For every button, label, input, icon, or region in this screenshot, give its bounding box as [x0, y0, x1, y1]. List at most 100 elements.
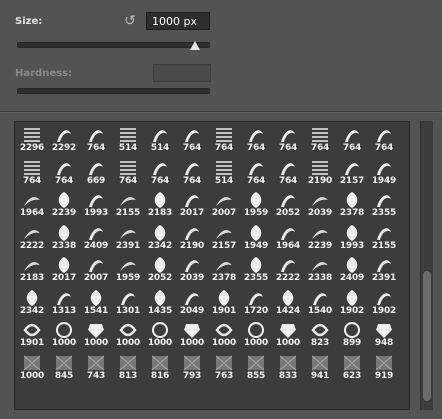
brush-preset-thumbnail[interactable]: 2342 [16, 286, 48, 318]
brush-preset-thumbnail[interactable]: 1902 [336, 286, 368, 318]
brush-preset-thumbnail[interactable]: 1902 [368, 286, 400, 318]
size-slider-thumb[interactable] [189, 41, 200, 50]
brush-preset-thumbnail[interactable]: 764 [240, 123, 272, 155]
brush-preset-thumbnail[interactable]: 1000 [144, 318, 176, 350]
brush-preset-thumbnail[interactable]: 823 [304, 318, 336, 350]
brush-preset-thumbnail[interactable]: 1000 [112, 318, 144, 350]
brush-preset-thumbnail[interactable]: 2296 [16, 123, 48, 155]
brush-preset-thumbnail[interactable]: 2017 [176, 188, 208, 220]
brush-preset-thumbnail[interactable]: 2183 [16, 253, 48, 285]
brush-preset-thumbnail[interactable]: 2190 [304, 156, 336, 188]
brush-preset-thumbnail[interactable]: 623 [336, 351, 368, 383]
brush-preset-thumbnail[interactable]: 1949 [368, 156, 400, 188]
brush-preset-thumbnail[interactable]: 2049 [176, 286, 208, 318]
brush-preset-thumbnail[interactable]: 764 [336, 123, 368, 155]
brush-preset-thumbnail[interactable]: 514 [208, 156, 240, 188]
brush-preset-thumbnail[interactable]: 1720 [240, 286, 272, 318]
brush-preset-thumbnail[interactable]: 816 [144, 351, 176, 383]
brush-preset-thumbnail[interactable]: 2190 [176, 221, 208, 253]
brush-preset-thumbnail[interactable]: 793 [176, 351, 208, 383]
brush-preset-thumbnail[interactable]: 743 [80, 351, 112, 383]
brush-preset-thumbnail[interactable]: 764 [176, 156, 208, 188]
brush-preset-thumbnail[interactable]: 948 [368, 318, 400, 350]
brush-preset-thumbnail[interactable]: 919 [368, 351, 400, 383]
brush-preset-thumbnail[interactable]: 2052 [144, 253, 176, 285]
brush-preset-thumbnail[interactable]: 1901 [208, 286, 240, 318]
brush-preset-thumbnail[interactable]: 2007 [80, 253, 112, 285]
brush-preset-thumbnail[interactable]: 764 [272, 123, 304, 155]
brush-preset-thumbnail[interactable]: 1959 [240, 188, 272, 220]
brush-preset-thumbnail[interactable]: 764 [176, 123, 208, 155]
brush-preset-thumbnail[interactable]: 1000 [272, 318, 304, 350]
brush-preset-thumbnail[interactable]: 833 [272, 351, 304, 383]
brush-preset-thumbnail[interactable]: 1313 [48, 286, 80, 318]
brush-preset-thumbnail[interactable]: 1000 [16, 351, 48, 383]
brush-preset-thumbnail[interactable]: 1540 [304, 286, 336, 318]
brush-preset-thumbnail[interactable]: 764 [144, 156, 176, 188]
brush-preset-thumbnail[interactable]: 2409 [336, 253, 368, 285]
brush-preset-thumbnail[interactable]: 2222 [272, 253, 304, 285]
brush-preset-thumbnail[interactable]: 2338 [48, 221, 80, 253]
brush-preset-thumbnail[interactable]: 2391 [368, 253, 400, 285]
brush-preset-thumbnail[interactable]: 941 [304, 351, 336, 383]
brush-preset-thumbnail[interactable]: 2183 [144, 188, 176, 220]
scrollbar-thumb[interactable] [423, 271, 431, 401]
hardness-slider-track[interactable] [17, 88, 210, 94]
brush-preset-thumbnail[interactable]: 2378 [336, 188, 368, 220]
brush-preset-thumbnail[interactable]: 764 [48, 156, 80, 188]
brush-preset-thumbnail[interactable]: 1301 [112, 286, 144, 318]
brush-preset-thumbnail[interactable]: 2239 [48, 188, 80, 220]
brush-preset-thumbnail[interactable]: 1964 [272, 221, 304, 253]
brush-preset-thumbnail[interactable]: 514 [144, 123, 176, 155]
brush-preset-thumbnail[interactable]: 845 [48, 351, 80, 383]
brush-preset-thumbnail[interactable]: 764 [304, 123, 336, 155]
brush-preset-thumbnail[interactable]: 514 [112, 123, 144, 155]
brush-preset-thumbnail[interactable]: 1959 [112, 253, 144, 285]
brush-preset-thumbnail[interactable]: 1000 [208, 318, 240, 350]
brush-preset-thumbnail[interactable]: 2378 [208, 253, 240, 285]
brush-preset-thumbnail[interactable]: 2222 [16, 221, 48, 253]
brush-preset-thumbnail[interactable]: 855 [240, 351, 272, 383]
brush-preset-thumbnail[interactable]: 2039 [176, 253, 208, 285]
brush-preset-thumbnail[interactable]: 2355 [240, 253, 272, 285]
brush-preset-thumbnail[interactable]: 899 [336, 318, 368, 350]
brush-preset-thumbnail[interactable]: 2391 [112, 221, 144, 253]
brush-preset-thumbnail[interactable]: 669 [80, 156, 112, 188]
brush-preset-thumbnail[interactable]: 2338 [304, 253, 336, 285]
brush-preset-thumbnail[interactable]: 1000 [48, 318, 80, 350]
brush-preset-thumbnail[interactable]: 2239 [304, 221, 336, 253]
brush-preset-thumbnail[interactable]: 1993 [80, 188, 112, 220]
brush-preset-thumbnail[interactable]: 2409 [80, 221, 112, 253]
brush-preset-thumbnail[interactable]: 2039 [304, 188, 336, 220]
brush-preset-thumbnail[interactable]: 764 [80, 123, 112, 155]
brush-preset-thumbnail[interactable]: 2342 [144, 221, 176, 253]
brush-preset-thumbnail[interactable]: 1993 [336, 221, 368, 253]
brush-preset-thumbnail[interactable]: 1000 [176, 318, 208, 350]
hardness-input[interactable] [153, 64, 211, 82]
size-slider-track[interactable] [17, 42, 210, 48]
brush-preset-thumbnail[interactable]: 764 [208, 123, 240, 155]
brush-preset-thumbnail[interactable]: 2007 [208, 188, 240, 220]
brush-preset-thumbnail[interactable]: 764 [16, 156, 48, 188]
brush-preset-thumbnail[interactable]: 2155 [368, 221, 400, 253]
brush-preset-thumbnail[interactable]: 813 [112, 351, 144, 383]
brush-preset-thumbnail[interactable]: 764 [240, 156, 272, 188]
brush-preset-thumbnail[interactable]: 1964 [16, 188, 48, 220]
brush-preset-thumbnail[interactable]: 2052 [272, 188, 304, 220]
brush-preset-thumbnail[interactable]: 1901 [16, 318, 48, 350]
brush-preset-thumbnail[interactable]: 2157 [208, 221, 240, 253]
brush-preset-thumbnail[interactable]: 2355 [368, 188, 400, 220]
brush-preset-thumbnail[interactable]: 763 [208, 351, 240, 383]
brush-preset-thumbnail[interactable]: 2292 [48, 123, 80, 155]
brush-preset-thumbnail[interactable]: 1949 [240, 221, 272, 253]
brush-preset-thumbnail[interactable]: 1424 [272, 286, 304, 318]
brush-preset-thumbnail[interactable]: 764 [272, 156, 304, 188]
brush-preset-thumbnail[interactable]: 764 [368, 123, 400, 155]
brush-preset-thumbnail[interactable]: 2155 [112, 188, 144, 220]
brush-preset-thumbnail[interactable]: 2157 [336, 156, 368, 188]
brush-preset-thumbnail[interactable]: 1000 [80, 318, 112, 350]
brush-preset-thumbnail[interactable]: 1541 [80, 286, 112, 318]
grid-scrollbar[interactable] [420, 121, 433, 410]
brush-preset-thumbnail[interactable]: 1435 [144, 286, 176, 318]
brush-preset-thumbnail[interactable]: 764 [112, 156, 144, 188]
